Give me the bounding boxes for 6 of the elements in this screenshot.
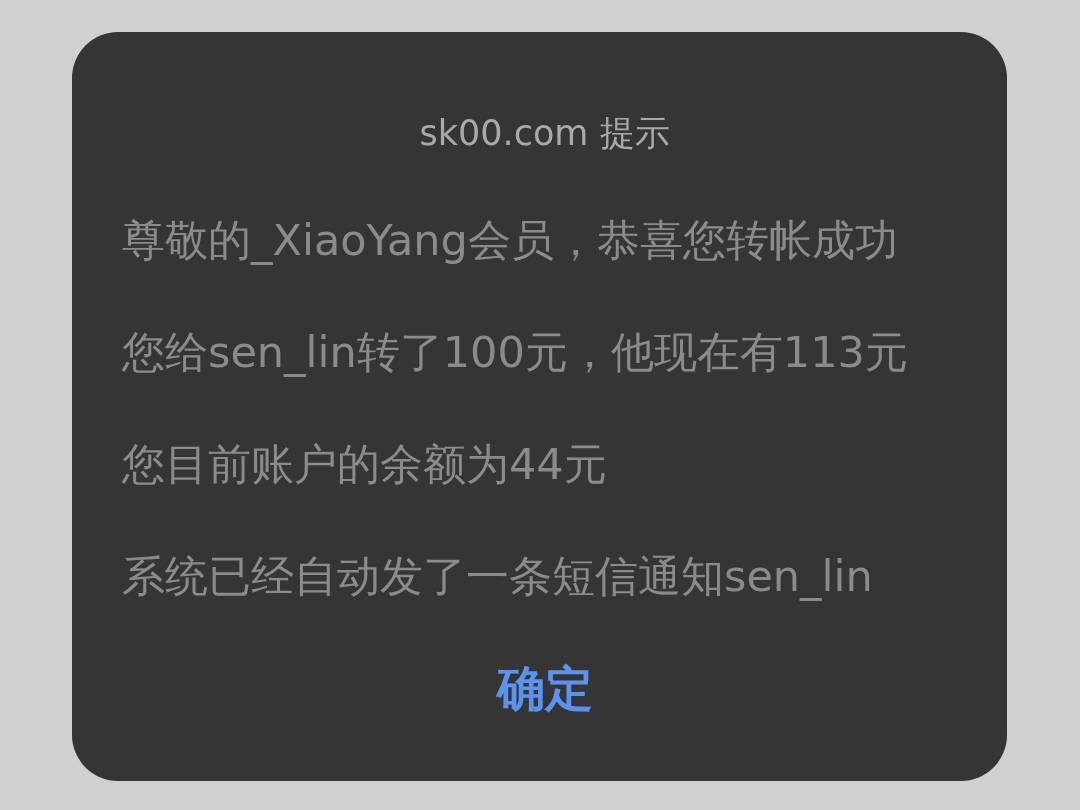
confirm-button[interactable]: 确定: [488, 658, 601, 718]
message-line: 系统已经自动发了一条短信通知sen_lin: [122, 550, 873, 603]
message-line: 您目前账户的余额为44元: [122, 438, 607, 491]
dialog-title: sk00.com 提示: [419, 113, 670, 153]
message-line: 您给sen_lin转了100元，他现在有113元: [122, 326, 908, 379]
message-line: 尊敬的_XiaoYang会员，恭喜您转帐成功: [122, 214, 898, 267]
